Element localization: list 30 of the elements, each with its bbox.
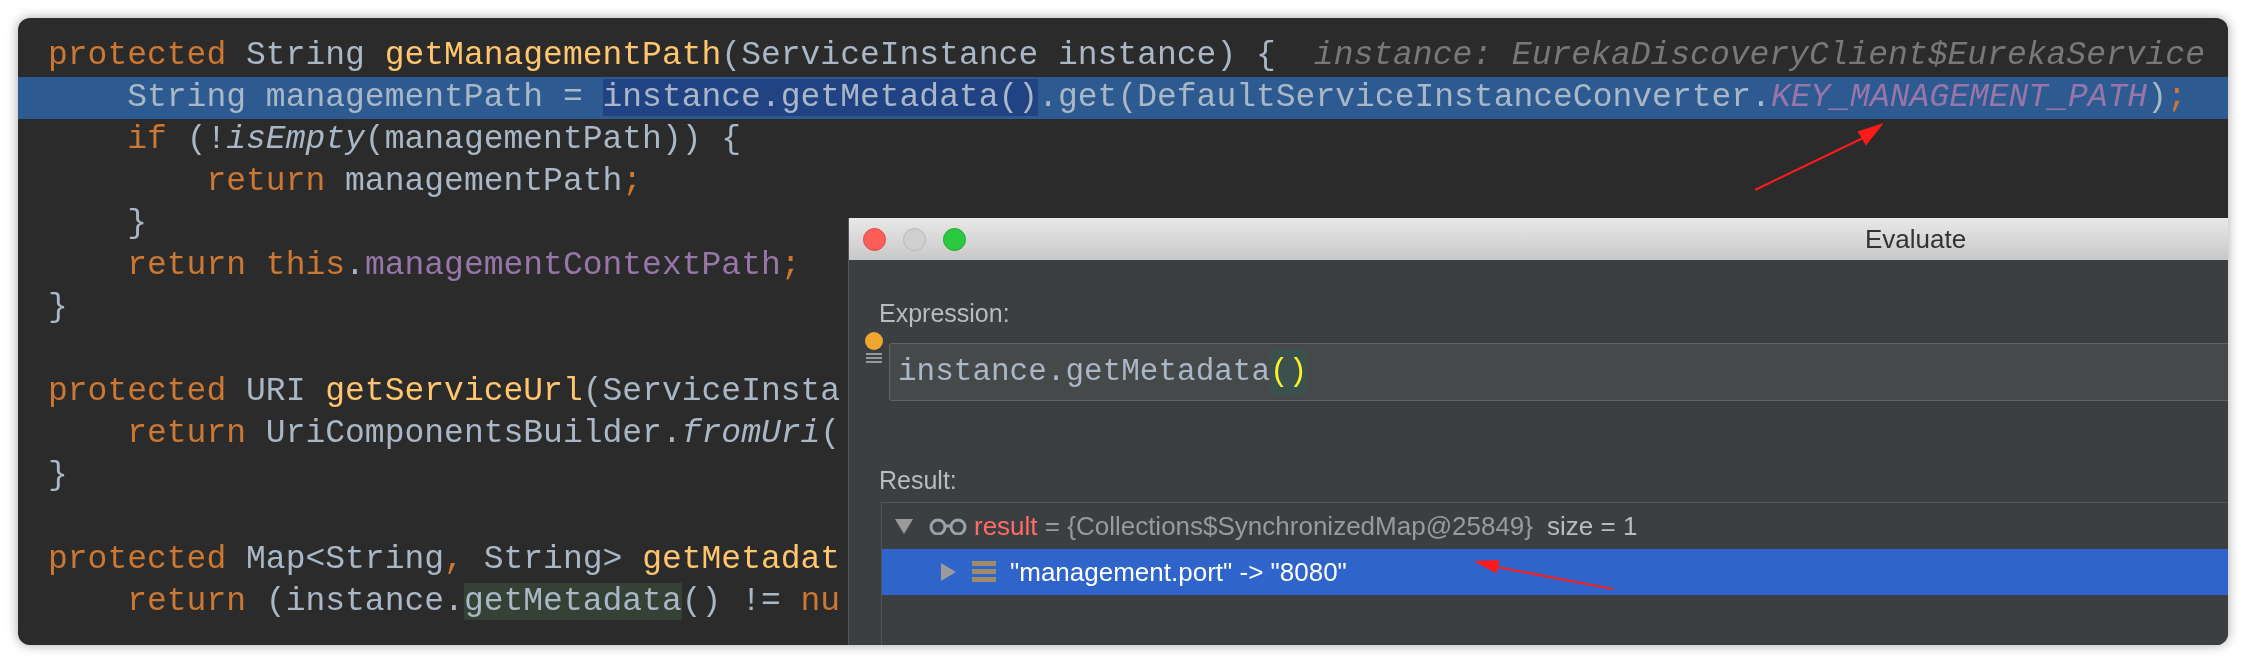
maximize-button[interactable]: [943, 228, 966, 251]
size-text: size = 1: [1547, 509, 1638, 543]
expression-field[interactable]: instance.getMetadata(): [889, 343, 2228, 401]
glasses-icon: [928, 517, 968, 535]
result-label: Result:: [879, 465, 957, 495]
map-entry-icon: [972, 561, 996, 583]
code-line: }: [48, 456, 68, 496]
code-line: String managementPath = instance.getMetadata().get(DefaultServiceInstanceConverter.KEY_MANAGEMENT_PATH);: [126, 78, 2187, 118]
expand-arrow-icon[interactable]: [938, 562, 958, 582]
close-button[interactable]: [863, 228, 886, 251]
result-text: result = {Collections$SynchronizedMap@25849}: [974, 509, 1533, 543]
lightbulb-icon: [863, 331, 885, 365]
expression-label: Expression:: [879, 298, 1010, 328]
code-line: return managementPath;: [205, 162, 643, 202]
code-line: protected String getManagementPath(ServiceInstance instance) {: [48, 36, 1276, 76]
code-line: }: [126, 204, 148, 244]
code-line: }: [48, 288, 68, 328]
code-line: protected Map<String, String> getMetadat: [48, 540, 841, 580]
inline-hint: instance: EurekaDiscoveryClient$EurekaService: [1313, 36, 2205, 76]
dialog-title: Evaluate: [1864, 222, 1967, 256]
tree-row[interactable]: "management.port" -> "8080": [882, 549, 2228, 595]
entry-text: "management.port" -> "8080": [1010, 555, 1347, 589]
minimize-button[interactable]: [903, 228, 926, 251]
code-line: return this.managementContextPath;: [126, 246, 801, 286]
code-line: protected URI getServiceUrl(ServiceInsta: [48, 372, 841, 412]
tree-row[interactable]: result = {Collections$SynchronizedMap@25849} size = 1: [882, 503, 2228, 549]
code-line: if (!isEmpty(managementPath)) {: [126, 120, 742, 160]
code-line: return UriComponentsBuilder.fromUri(: [126, 414, 841, 454]
collapse-arrow-icon[interactable]: [894, 516, 914, 536]
code-line: return (instance.getMetadata() != nu: [126, 582, 841, 622]
